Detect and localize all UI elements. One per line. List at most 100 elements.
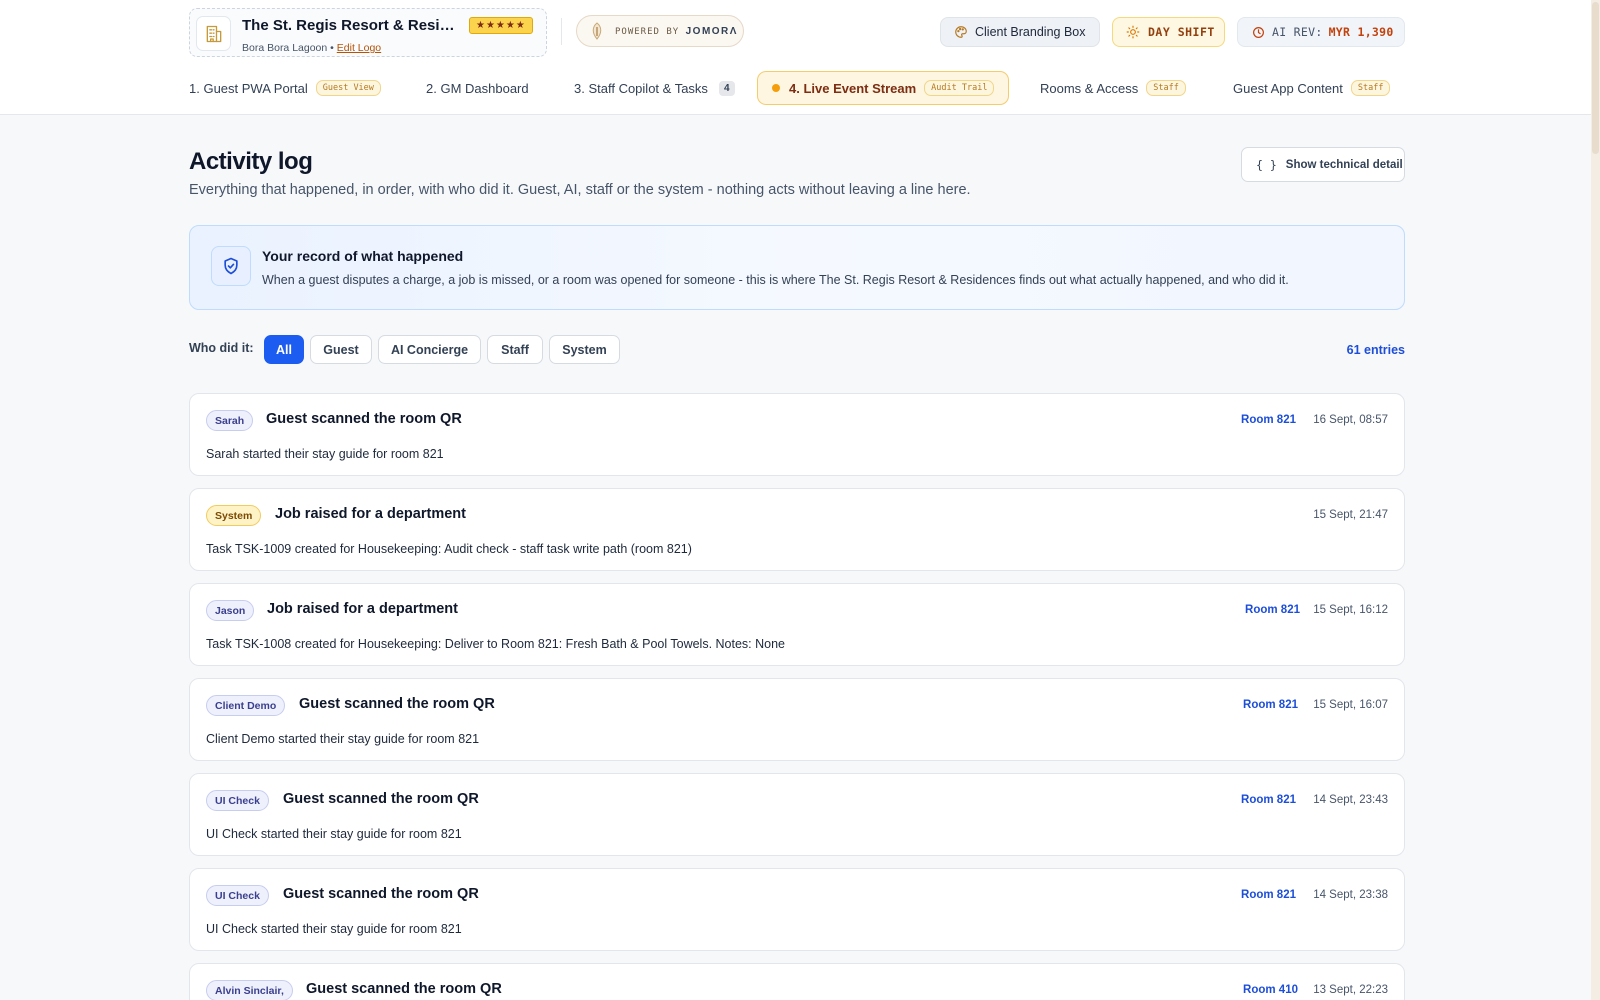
- event-description: Client Demo started their stay guide for…: [206, 732, 480, 746]
- event-room-link[interactable]: Room 821: [1241, 794, 1296, 806]
- event-description: UI Check started their stay guide for ro…: [206, 827, 462, 841]
- page-title: Activity log: [189, 148, 313, 175]
- actor-badge: Jason: [206, 600, 255, 621]
- tab-guest-pwa-portal[interactable]: 1. Guest PWA Portal Guest View: [189, 71, 381, 105]
- event-card[interactable]: Jason Job raised for a department Room 8…: [189, 583, 1405, 666]
- event-timestamp: 14 Sept, 23:43: [1313, 794, 1388, 806]
- filter-chip-system[interactable]: System: [549, 335, 620, 364]
- tab-tag: Audit Trail: [924, 80, 995, 96]
- client-branding-box-button[interactable]: Client Branding Box: [940, 17, 1100, 47]
- event-title: Guest scanned the room QR: [283, 886, 479, 902]
- sun-icon: [1126, 25, 1140, 39]
- event-timestamp: 15 Sept, 21:47: [1313, 509, 1388, 521]
- event-description: Sarah started their stay guide for room …: [206, 447, 444, 461]
- palette-icon: [954, 25, 968, 39]
- event-card[interactable]: Sarah Guest scanned the room QR Room 821…: [189, 393, 1405, 476]
- tab-staff-copilot-tasks[interactable]: 3. Staff Copilot & Tasks 4: [574, 71, 735, 105]
- filter-chip-staff[interactable]: Staff: [487, 335, 543, 364]
- event-card[interactable]: UI Check Guest scanned the room QR Room …: [189, 773, 1405, 856]
- event-room-link[interactable]: Room 410: [1243, 984, 1298, 996]
- powered-by-brand: JOMORΛ: [685, 25, 738, 37]
- audit-info-banner: Your record of what happened When a gues…: [189, 225, 1405, 310]
- event-room-link[interactable]: Room 821: [1243, 699, 1298, 711]
- event-title: Guest scanned the room QR: [283, 791, 479, 807]
- event-description: Task TSK-1008 created for Housekeeping: …: [206, 637, 786, 651]
- ai-revenue-value: MYR 1,390: [1328, 25, 1394, 39]
- page-scrollbar[interactable]: [1591, 0, 1600, 1000]
- show-technical-detail-label: Show technical detail: [1285, 158, 1403, 171]
- event-card[interactable]: Client Demo Guest scanned the room QR Ro…: [189, 678, 1405, 761]
- scrollbar-thumb[interactable]: [1592, 2, 1599, 154]
- actor-badge: UI Check: [206, 885, 269, 906]
- client-branding-box-label: Client Branding Box: [975, 25, 1086, 39]
- event-title: Job raised for a department: [275, 506, 466, 522]
- event-room-link[interactable]: Room 821: [1245, 604, 1300, 616]
- event-description: Task TSK-1009 created for Housekeeping: …: [206, 542, 692, 556]
- edit-logo-link[interactable]: Edit Logo: [337, 42, 381, 54]
- powered-by-badge: POWERED BY JOMORΛ: [576, 15, 744, 47]
- actor-badge: Sarah: [206, 410, 254, 431]
- ai-revenue-label: AI REV:: [1272, 25, 1323, 39]
- event-title: Job raised for a department: [267, 601, 458, 617]
- entries-count: 61 entries: [1346, 343, 1405, 357]
- tab-label: Guest App Content: [1233, 80, 1343, 96]
- event-title: Guest scanned the room QR: [299, 696, 495, 712]
- event-card[interactable]: System Job raised for a department 15 Se…: [189, 488, 1405, 571]
- banner-text: When a guest disputes a charge, a job is…: [262, 273, 1289, 287]
- event-timestamp: 16 Sept, 08:57: [1313, 414, 1388, 426]
- hotel-location: Bora Bora Lagoon: [242, 42, 328, 54]
- tab-live-event-stream[interactable]: 4. Live Event Stream Audit Trail: [757, 71, 1010, 105]
- top-header: The St. Regis Resort & Residen... ★★★★★ …: [0, 0, 1600, 115]
- separator-dot: •: [330, 42, 334, 54]
- event-timestamp: 14 Sept, 23:38: [1313, 889, 1388, 901]
- hotel-name: The St. Regis Resort & Residen...: [242, 17, 458, 34]
- filter-chip-ai-concierge[interactable]: AI Concierge: [378, 335, 481, 364]
- actor-badge: Alvin Sinclair,: [206, 980, 293, 1000]
- live-dot-icon: [772, 84, 780, 92]
- ai-revenue-indicator: AI REV: MYR 1,390: [1237, 17, 1405, 47]
- tab-label: 4. Live Event Stream: [789, 80, 917, 96]
- event-card[interactable]: Alvin Sinclair, Guest scanned the room Q…: [189, 963, 1405, 1000]
- shift-indicator[interactable]: DAY SHIFT: [1112, 17, 1225, 47]
- event-title: Guest scanned the room QR: [266, 411, 462, 427]
- filter-chip-all[interactable]: All: [264, 335, 304, 364]
- header-divider: [561, 18, 562, 45]
- star-rating-badge: ★★★★★: [469, 17, 533, 34]
- hotel-brand-card[interactable]: The St. Regis Resort & Residen... ★★★★★ …: [189, 8, 547, 57]
- powered-by-prefix: POWERED BY: [615, 26, 680, 37]
- event-timestamp: 13 Sept, 22:23: [1313, 984, 1388, 996]
- filter-chip-guest[interactable]: Guest: [310, 335, 372, 364]
- event-room-link[interactable]: Room 821: [1241, 414, 1296, 426]
- actor-badge: UI Check: [206, 790, 269, 811]
- tab-guest-app-content[interactable]: Guest App Content Staff: [1233, 71, 1391, 105]
- event-description: UI Check started their stay guide for ro…: [206, 922, 462, 936]
- show-technical-detail-button[interactable]: { } Show technical detail: [1241, 147, 1405, 182]
- tab-tag: Guest View: [315, 80, 381, 96]
- tab-tag: Staff: [1350, 80, 1391, 96]
- event-room-link[interactable]: Room 821: [1241, 889, 1296, 901]
- clock-icon: [1252, 26, 1265, 39]
- tab-rooms-access[interactable]: Rooms & Access Staff: [1040, 71, 1186, 105]
- code-braces-icon: { }: [1256, 157, 1277, 172]
- building-icon: [196, 16, 231, 51]
- hotel-location-line: Bora Bora Lagoon • Edit Logo: [242, 42, 381, 54]
- tab-label: 3. Staff Copilot & Tasks: [574, 80, 708, 96]
- event-card[interactable]: UI Check Guest scanned the room QR Room …: [189, 868, 1405, 951]
- tab-label: 2. GM Dashboard: [426, 80, 529, 96]
- shield-check-icon: [211, 246, 251, 286]
- jomora-logo-icon: [589, 22, 605, 40]
- tab-label: Rooms & Access: [1040, 80, 1139, 96]
- tab-count-badge: 4: [718, 80, 735, 96]
- powered-by-text: POWERED BY JOMORΛ: [615, 26, 738, 37]
- event-timestamp: 15 Sept, 16:07: [1313, 699, 1388, 711]
- actor-badge: System: [206, 505, 262, 526]
- actor-filter-label: Who did it:: [189, 341, 254, 355]
- tab-tag: Staff: [1146, 80, 1186, 96]
- tab-label: 1. Guest PWA Portal: [189, 80, 308, 96]
- banner-title: Your record of what happened: [262, 248, 464, 264]
- shift-label: DAY SHIFT: [1148, 25, 1215, 39]
- page-subtitle: Everything that happened, in order, with…: [189, 182, 971, 198]
- event-timestamp: 15 Sept, 16:12: [1313, 604, 1388, 616]
- tab-gm-dashboard[interactable]: 2. GM Dashboard: [426, 71, 529, 105]
- actor-badge: Client Demo: [206, 695, 286, 716]
